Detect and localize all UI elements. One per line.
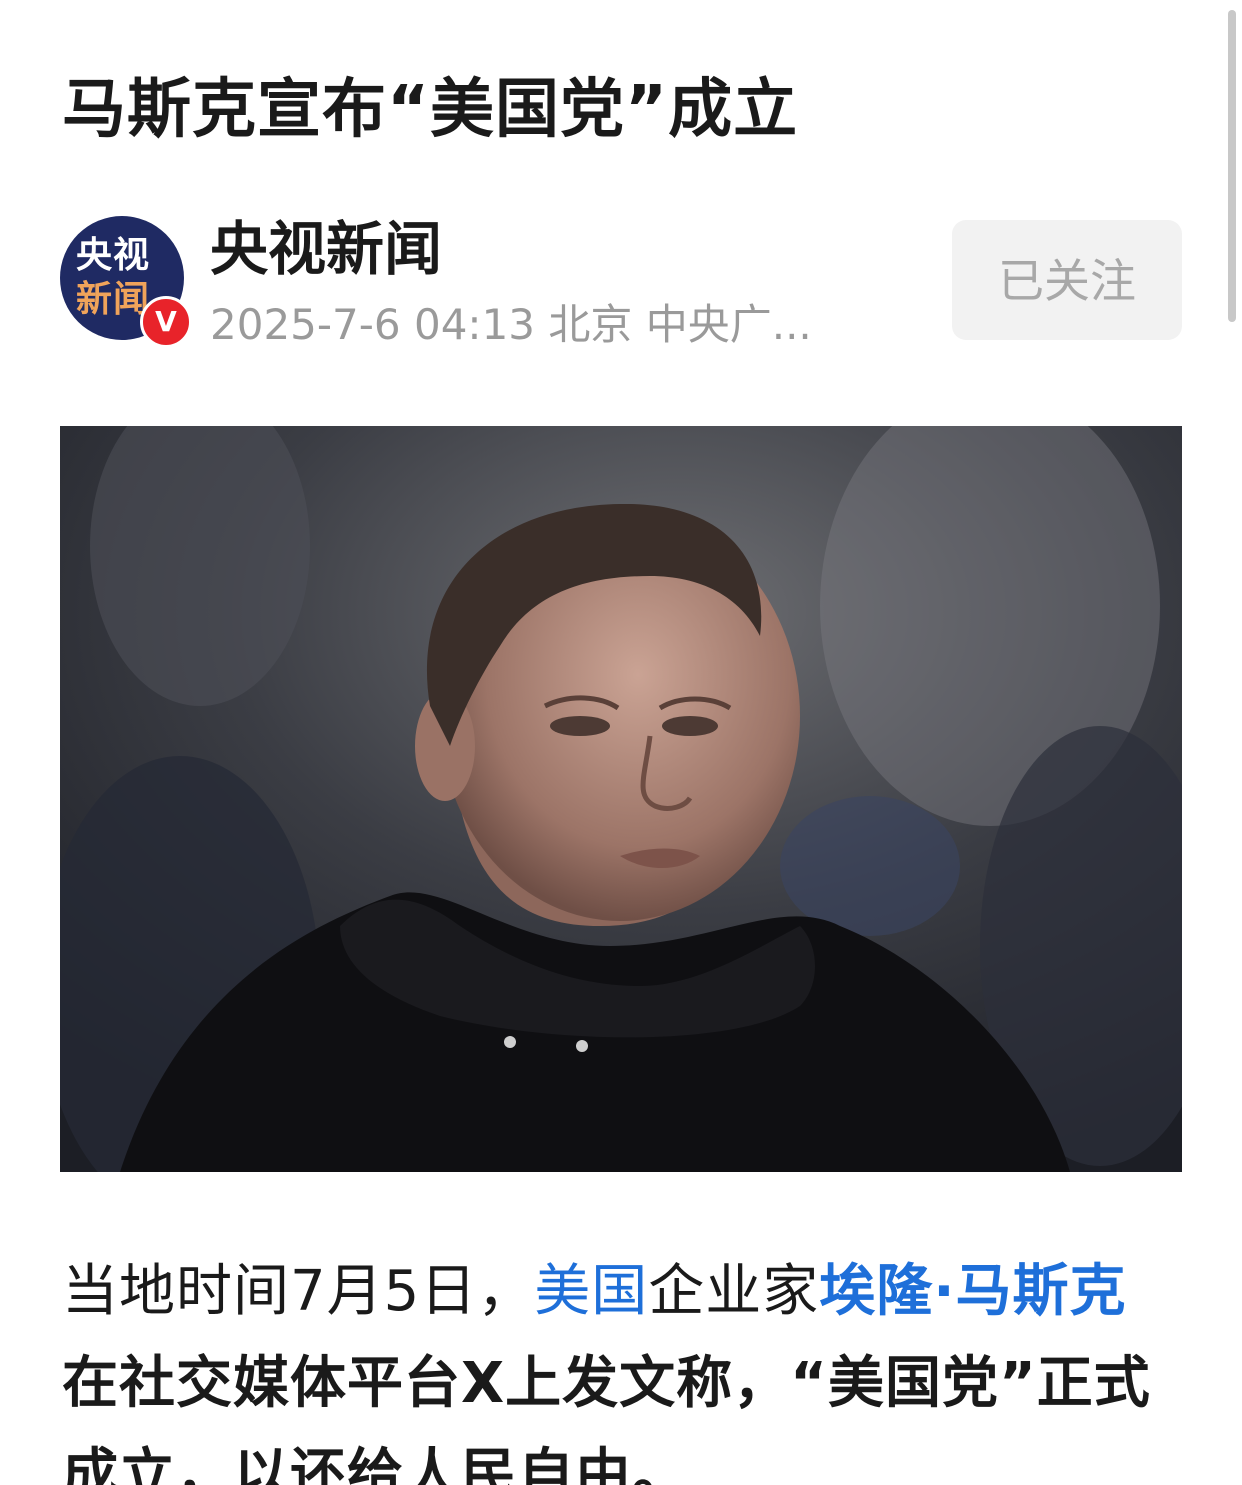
author-row: 央视 新闻 V 央视新闻 2025-7-6 04:13 北京 中央广... 已关… <box>60 212 1182 352</box>
publish-meta: 2025-7-6 04:13 北京 中央广... <box>210 300 812 349</box>
body-text: 企业家 <box>648 1259 820 1324</box>
verified-v-icon: V <box>140 296 192 348</box>
hero-photo-illustration <box>60 426 1182 1172</box>
link-person[interactable]: 埃隆·马斯克 <box>819 1259 1126 1324</box>
scrollbar[interactable] <box>1228 10 1236 322</box>
avatar-logo-text-top: 央视 <box>76 235 151 276</box>
body-text-bold: 在社交媒体平台X上发文称，“美国党”正式成立，以还给人民自由。 <box>62 1351 1151 1485</box>
article-title: 马斯克宣布“美国党”成立 <box>62 73 799 147</box>
link-country[interactable]: 美国 <box>534 1259 648 1324</box>
article-page: 马斯克宣布“美国党”成立 央视 新闻 V 央视新闻 2025-7-6 04:13… <box>0 0 1242 1485</box>
author-name[interactable]: 央视新闻 <box>210 214 442 284</box>
hero-photo[interactable] <box>60 426 1182 1172</box>
article-body: 当地时间7月5日，美国企业家埃隆·马斯克在社交媒体平台X上发文称，“美国党”正式… <box>62 1246 1182 1485</box>
body-text: 当地时间7月5日， <box>62 1259 535 1324</box>
follow-button[interactable]: 已关注 <box>952 220 1182 340</box>
